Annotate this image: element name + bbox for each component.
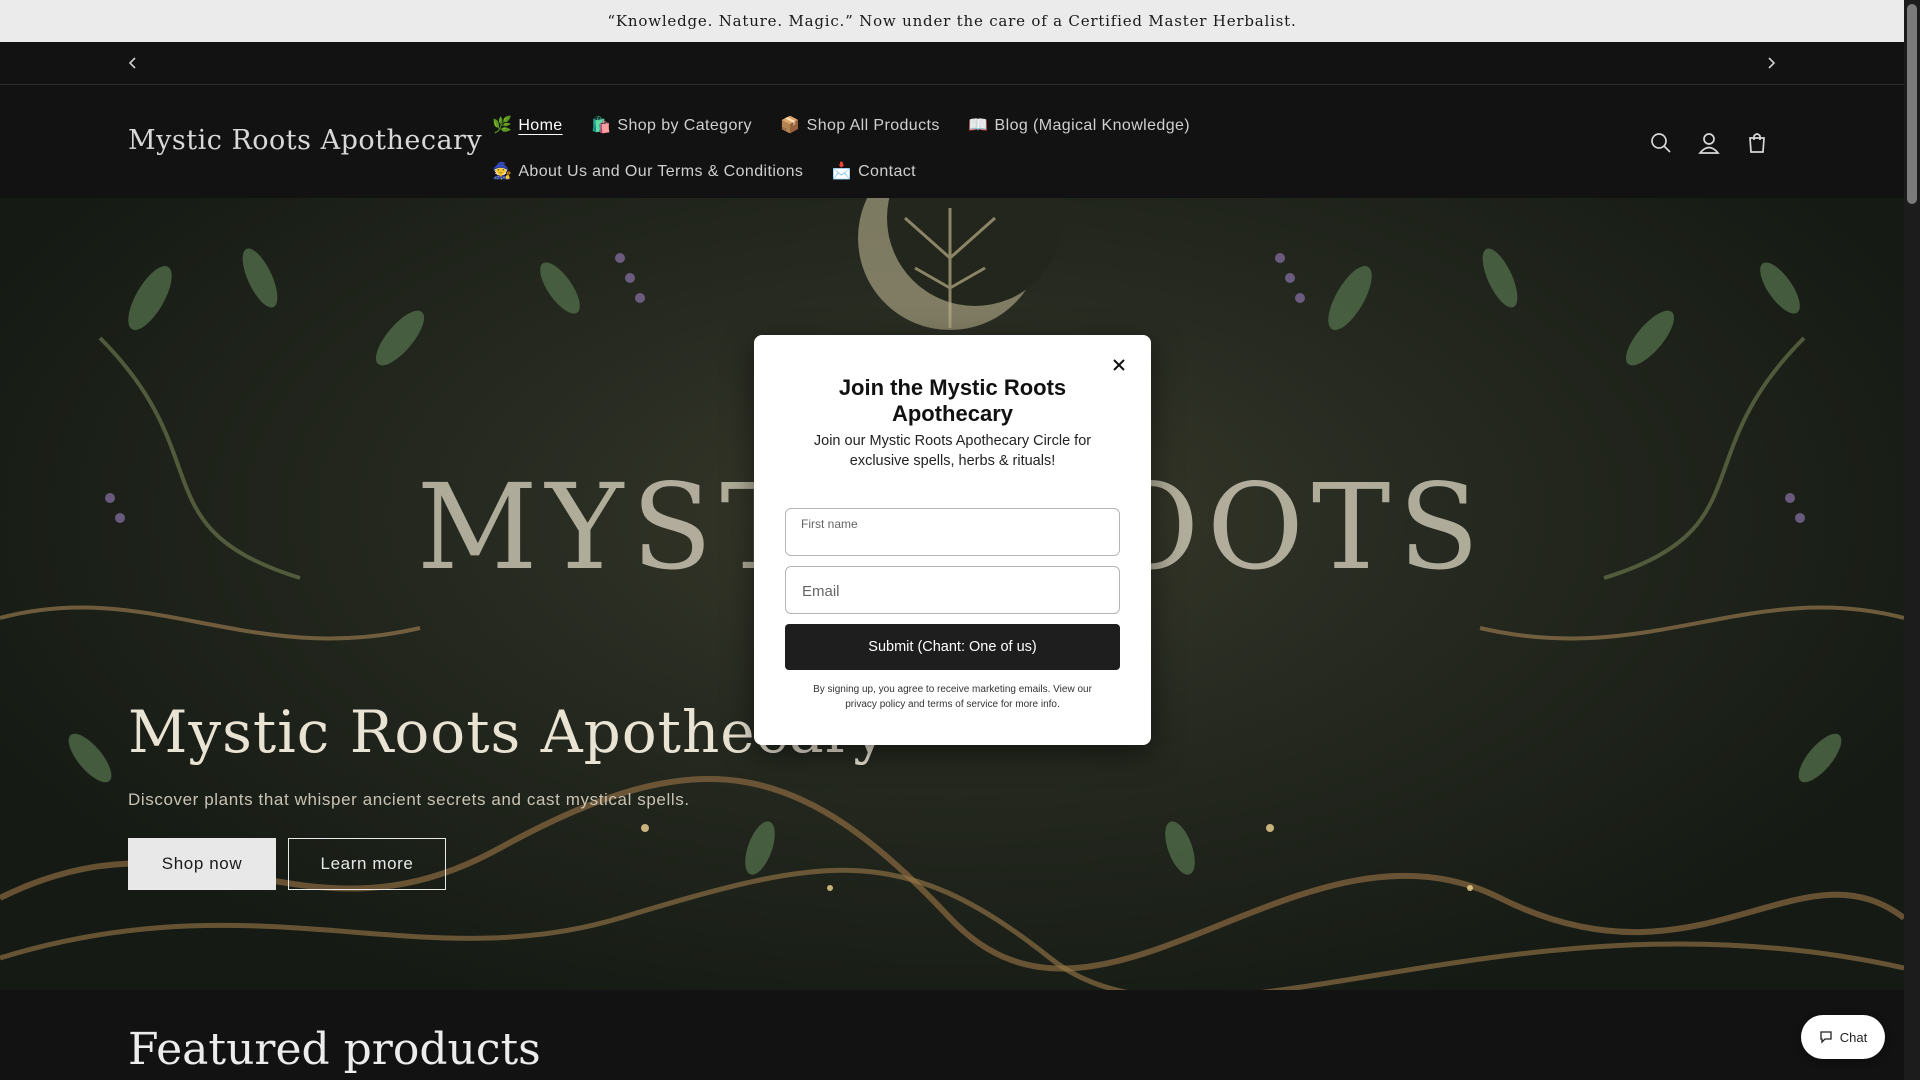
account-icon[interactable] bbox=[1696, 130, 1722, 156]
announcement-bar: “Knowledge. Nature. Magic.” Now under th… bbox=[0, 0, 1904, 42]
site-logo[interactable]: Mystic Roots Apothecary bbox=[128, 125, 482, 156]
chat-label: Chat bbox=[1839, 1029, 1868, 1045]
announcement-text: “Knowledge. Nature. Magic.” Now under th… bbox=[607, 12, 1297, 30]
herb-icon: 🌿 bbox=[492, 117, 513, 134]
chevron-left-icon[interactable] bbox=[124, 54, 142, 72]
legal-disclaimer: By signing up, you agree to receive mark… bbox=[813, 684, 1092, 710]
mailbox-icon: 📩 bbox=[831, 163, 853, 180]
nav-label: Shop by Category bbox=[617, 117, 752, 134]
nav-label: Home bbox=[518, 117, 563, 134]
nav-label: About Us and Our Terms & Conditions bbox=[518, 163, 804, 180]
featured-products-title: Featured products bbox=[128, 1024, 541, 1075]
wizard-icon: 🧙 bbox=[492, 163, 513, 180]
nav-item-blog[interactable]: 📖 Blog (Magical Knowledge) bbox=[968, 103, 1190, 149]
shop-now-button[interactable]: Shop now bbox=[128, 838, 276, 890]
nav-label: Contact bbox=[858, 163, 917, 180]
first-name-input[interactable] bbox=[800, 523, 1104, 557]
chevron-right-icon[interactable] bbox=[1762, 54, 1780, 72]
hero-subtitle: Discover plants that whisper ancient sec… bbox=[128, 790, 690, 809]
page-scrollbar[interactable] bbox=[1904, 0, 1920, 1080]
email-field[interactable] bbox=[785, 566, 1120, 615]
modal-title: Join the Mystic Roots Apothecary bbox=[838, 375, 1067, 426]
announcement-slider bbox=[0, 42, 1904, 85]
nav-item-home[interactable]: 🌿 Home bbox=[492, 103, 563, 149]
featured-products-section: Featured products bbox=[0, 990, 1904, 1080]
search-icon[interactable] bbox=[1648, 130, 1674, 156]
shopping-bags-icon: 🛍️ bbox=[591, 117, 612, 134]
nav-item-contact[interactable]: 📩 Contact bbox=[832, 149, 916, 195]
package-icon: 📦 bbox=[780, 117, 801, 134]
modal-description: Join our Mystic Roots Apothecary Circle … bbox=[813, 433, 1092, 469]
signup-modal: Join the Mystic Roots Apothecary Join ou… bbox=[754, 335, 1151, 745]
chat-button[interactable]: Chat bbox=[1801, 1015, 1885, 1059]
nav-label: Blog (Magical Knowledge) bbox=[994, 117, 1191, 134]
book-icon: 📖 bbox=[968, 117, 989, 134]
chat-bubble-icon bbox=[1820, 1031, 1832, 1044]
close-icon[interactable] bbox=[1109, 355, 1129, 375]
submit-button[interactable]: Submit (Chant: One of us) bbox=[785, 624, 1120, 670]
site-header: Mystic Roots Apothecary 🌿 Home 🛍️ Shop by … bbox=[0, 85, 1904, 198]
email-input[interactable] bbox=[800, 567, 1104, 615]
main-nav: 🌿 Home 🛍️ Shop by Category 📦 Shop All Produ… bbox=[492, 103, 1532, 195]
learn-more-button[interactable]: Learn more bbox=[288, 838, 446, 890]
nav-item-shop-all-products[interactable]: 📦 Shop All Products bbox=[780, 103, 939, 149]
scrollbar-thumb[interactable] bbox=[1907, 4, 1917, 204]
nav-item-about-us[interactable]: 🧙 About Us and Our Terms & Conditions bbox=[492, 149, 803, 195]
first-name-field[interactable]: First name bbox=[785, 508, 1120, 557]
cart-icon[interactable] bbox=[1744, 130, 1770, 156]
nav-item-shop-by-category[interactable]: 🛍️ Shop by Category bbox=[591, 103, 752, 149]
nav-label: Shop All Products bbox=[806, 117, 940, 134]
